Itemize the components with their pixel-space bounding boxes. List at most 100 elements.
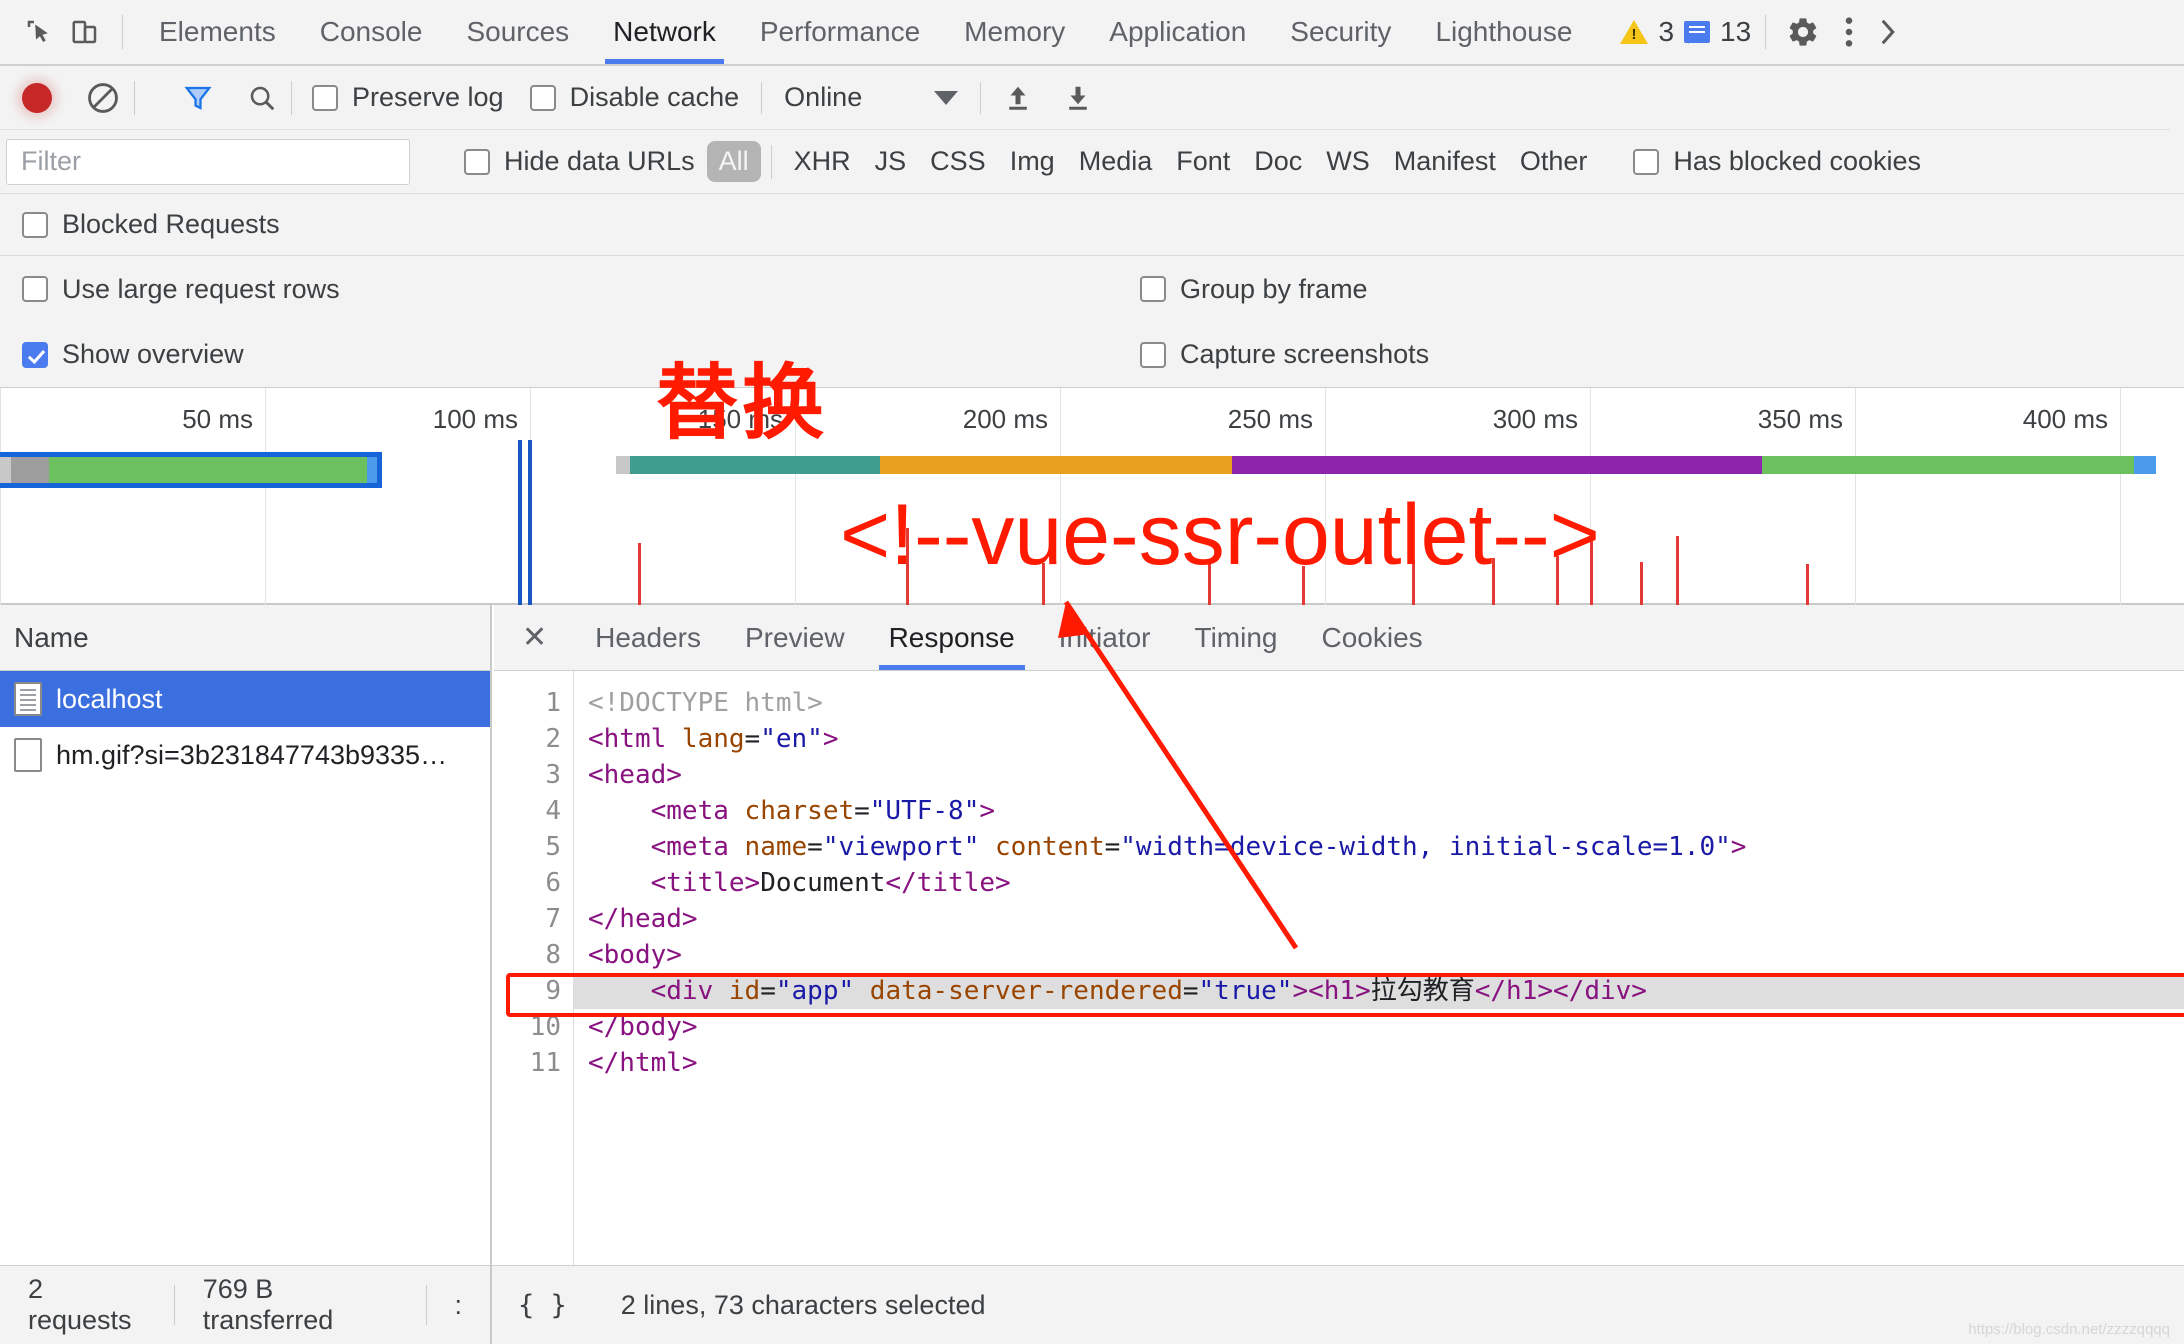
filter-type-manifest[interactable]: Manifest (1382, 141, 1508, 182)
filter-type-font[interactable]: Font (1164, 141, 1242, 182)
show-overview-checkbox[interactable]: Show overview (22, 339, 244, 370)
code-line[interactable]: <meta charset="UTF-8"> (574, 793, 2184, 829)
code-line-number: 5 (545, 832, 561, 862)
filter-type-doc[interactable]: Doc (1242, 141, 1314, 182)
request-name: hm.gif?si=3b231847743b9335… (56, 739, 448, 770)
hide-data-urls-checkbox[interactable]: Hide data URLs (464, 146, 695, 177)
detail-tab-timing[interactable]: Timing (1173, 605, 1300, 670)
inspect-element-icon[interactable] (16, 9, 62, 55)
tab-network[interactable]: Network (591, 0, 738, 64)
code-token: <html (588, 724, 682, 754)
code-line[interactable]: <head> (574, 757, 2184, 793)
code-token: <head> (588, 760, 682, 790)
overview-segment-end (2134, 456, 2156, 474)
detail-tab-response[interactable]: Response (867, 605, 1037, 670)
overview-tick-label: 300 ms (1492, 404, 1578, 434)
gear-icon[interactable] (1780, 9, 1826, 55)
code-token: "en" (760, 724, 823, 754)
code-line-number: 9 (545, 976, 561, 1006)
transferred-size: 769 B transferred (202, 1274, 334, 1335)
capture-screenshots-box (1140, 341, 1166, 368)
detail-tab-preview[interactable]: Preview (723, 605, 867, 670)
group-by-frame-checkbox[interactable]: Group by frame (1140, 274, 1368, 305)
devtools-window: Elements Console Sources Network Perform… (0, 0, 2184, 1344)
code-line[interactable]: <!DOCTYPE html> (574, 685, 2184, 721)
capture-screenshots-label: Capture screenshots (1180, 339, 1430, 369)
detail-tab-headers[interactable]: Headers (573, 605, 723, 670)
code-line[interactable]: <body> (574, 937, 2184, 973)
preserve-log-checkbox[interactable]: Preserve log (312, 82, 504, 113)
clear-icon[interactable] (86, 81, 120, 115)
toolbar-divider (122, 15, 123, 49)
response-code-view[interactable]: 1 2 3 4 5 6 7 8 9 10 11 <!DOCTYPE html> <html lang=… (494, 671, 2184, 1265)
throttling-select-value[interactable]: Online (784, 82, 862, 113)
disable-cache-checkbox[interactable]: Disable cache (529, 82, 739, 113)
code-token: 拉勾教育 (1370, 976, 1475, 1006)
has-blocked-cookies-checkbox[interactable]: Has blocked cookies (1633, 146, 1921, 177)
request-row-hmgif[interactable]: hm.gif?si=3b231847743b9335… (0, 727, 490, 783)
filter-type-all[interactable]: All (706, 141, 761, 182)
tab-security[interactable]: Security (1268, 0, 1413, 64)
device-toolbar-icon[interactable] (62, 9, 108, 55)
code-token: = (807, 832, 823, 862)
tab-performance[interactable]: Performance (738, 0, 942, 64)
tab-sources[interactable]: Sources (444, 0, 591, 64)
code-token: = (1104, 832, 1121, 862)
filter-type-other[interactable]: Other (1508, 141, 1600, 182)
show-overview-label: Show overview (62, 339, 244, 369)
pretty-print-button[interactable]: { } (492, 1290, 593, 1321)
filter-divider (770, 144, 772, 179)
close-icon[interactable]: ✕ (494, 620, 573, 655)
tab-lighthouse-label: Lighthouse (1435, 16, 1573, 47)
filter-type-img[interactable]: Img (998, 141, 1067, 182)
import-har-icon[interactable] (1003, 81, 1033, 115)
overview-event-line (1806, 564, 1809, 605)
export-har-icon[interactable] (1063, 81, 1093, 115)
tab-console[interactable]: Console (298, 0, 445, 64)
code-line[interactable]: </body> (574, 1009, 2184, 1045)
close-devtools-icon[interactable] (1866, 9, 1912, 55)
issue-counters[interactable]: 3 13 (1620, 16, 1751, 48)
code-line[interactable]: <title>Document</title> (574, 865, 2184, 901)
request-list-header[interactable]: Name (0, 605, 490, 671)
filter-input[interactable]: Filter (6, 138, 410, 185)
code-token: <!DOCTYPE html> (588, 688, 823, 718)
search-icon[interactable] (247, 83, 277, 113)
overview-segment-download (49, 457, 367, 483)
tab-memory[interactable]: Memory (942, 0, 1087, 64)
code-content[interactable]: <!DOCTYPE html> <html lang="en"> <head> <m… (506, 671, 2184, 1265)
overview-gridline (2120, 388, 2121, 605)
annotation-replace-text: 替换 (656, 356, 829, 451)
filter-type-css[interactable]: CSS (918, 141, 998, 182)
blocked-requests-checkbox[interactable]: Blocked Requests (22, 209, 280, 240)
filter-icon[interactable] (183, 83, 213, 113)
record-button-icon[interactable] (22, 82, 52, 113)
code-token: "viewport" (822, 832, 980, 862)
tab-application[interactable]: Application (1087, 0, 1268, 64)
tab-lighthouse[interactable]: Lighthouse (1413, 0, 1594, 64)
code-line[interactable]: </head> (574, 901, 2184, 937)
tab-network-label: Network (613, 16, 716, 47)
filter-type-xhr[interactable]: XHR (782, 141, 863, 182)
detail-tab-cookies[interactable]: Cookies (1299, 605, 1444, 670)
code-line[interactable]: <meta name="viewport" content="width=dev… (574, 829, 2184, 865)
code-line[interactable]: <html lang="en"> (574, 721, 2184, 757)
code-line[interactable]: </html> (574, 1045, 2184, 1081)
use-large-request-rows-checkbox[interactable]: Use large request rows (22, 274, 340, 305)
request-count: 2 requests (28, 1274, 132, 1335)
code-line-highlighted[interactable]: <div id="app" data-server-rendered="true… (506, 973, 2184, 1017)
detail-tab-initiator[interactable]: Initiator (1037, 605, 1173, 670)
overview-segment-dns (630, 456, 880, 474)
filter-type-media[interactable]: Media (1067, 141, 1165, 182)
code-token: = (744, 724, 761, 754)
capture-screenshots-checkbox[interactable]: Capture screenshots (1140, 339, 1429, 370)
tab-elements[interactable]: Elements (137, 0, 298, 64)
code-token: > (1730, 832, 1747, 862)
chevron-down-icon[interactable] (934, 90, 959, 105)
filter-type-ws[interactable]: WS (1314, 141, 1382, 182)
request-row-localhost[interactable]: localhost (0, 671, 490, 727)
filter-type-js[interactable]: JS (863, 141, 919, 182)
disable-cache-box (529, 84, 556, 111)
message-icon (1684, 21, 1711, 44)
overview-gridline (1855, 388, 1856, 605)
